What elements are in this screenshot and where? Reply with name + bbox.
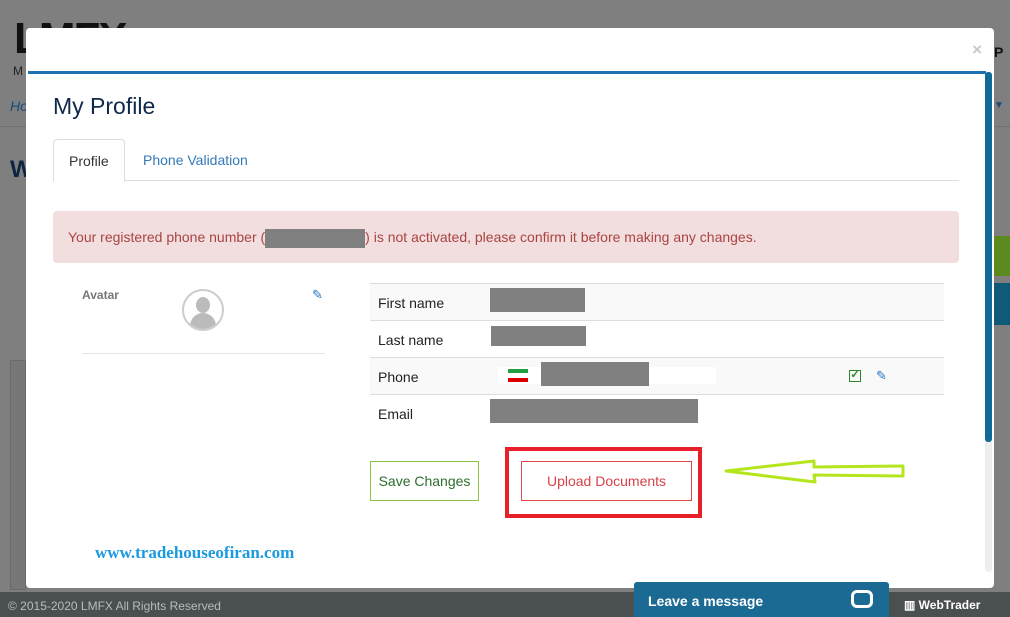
upload-documents-button[interactable]: Upload Documents [521, 461, 692, 501]
field-label: Email [378, 406, 414, 422]
modal-title: My Profile [53, 93, 156, 119]
tab-profile[interactable]: Profile [53, 139, 125, 182]
chat-label: Leave a message [648, 593, 764, 609]
field-label: Last name [378, 332, 444, 348]
avatar [182, 289, 224, 331]
edit-phone-pencil-icon[interactable]: ✎ [876, 368, 887, 384]
table-row: First name [370, 283, 944, 320]
tab-bar: Profile Phone Validation [53, 139, 959, 182]
field-label: Phone [378, 369, 419, 385]
table-row: Last name [370, 320, 944, 357]
leave-message-button[interactable]: Leave a message [634, 582, 889, 617]
accent-line [28, 71, 986, 74]
bar-chart-icon: ▥ [904, 598, 919, 612]
phone-value [541, 362, 649, 386]
scrollbar[interactable] [985, 72, 992, 572]
table-row: Phone ✓ ✎ [370, 357, 944, 394]
arrow-annotation-icon [724, 459, 905, 484]
last-name-value [491, 326, 586, 346]
bg-block [994, 283, 1010, 325]
profile-modal: × My Profile Profile Phone Validation Yo… [26, 28, 994, 588]
caret-down-icon: ▼ [994, 100, 1004, 111]
save-changes-button[interactable]: Save Changes [370, 461, 479, 501]
alert-text: Your registered phone number ( [68, 229, 266, 245]
avatar-label: Avatar [82, 288, 119, 302]
first-name-value [490, 288, 585, 312]
table-row: Email [370, 394, 944, 431]
bg-text: P [994, 44, 1004, 60]
iran-flag-icon [508, 369, 528, 382]
redacted-phone [265, 228, 366, 248]
field-label: First name [378, 295, 445, 311]
chat-bubble-icon [851, 590, 873, 608]
bg-panel [10, 360, 26, 590]
email-value [490, 399, 698, 423]
watermark: www.tradehouseofiran.com [95, 543, 295, 562]
alert-text: ) is not activated, please confirm it be… [365, 229, 757, 245]
webtrader-label: WebTrader [918, 598, 981, 612]
edit-avatar-pencil-icon[interactable]: ✎ [312, 287, 323, 303]
divider [82, 353, 325, 354]
phone-alert: Your registered phone number ( ) is not a… [53, 211, 959, 263]
copyright: © 2015-2020 LMFX All Rights Reserved [8, 599, 221, 613]
tab-phone-validation[interactable]: Phone Validation [128, 139, 263, 181]
bg-block [994, 236, 1010, 276]
profile-table: First name Last name Phone ✓ ✎ Email [370, 283, 944, 431]
scrollbar-thumb[interactable] [985, 72, 992, 442]
close-button[interactable]: × [972, 40, 982, 60]
bg-text: M [13, 64, 23, 78]
verified-check-icon: ✓ [849, 369, 861, 382]
webtrader-link[interactable]: ▥ WebTrader [904, 598, 980, 612]
